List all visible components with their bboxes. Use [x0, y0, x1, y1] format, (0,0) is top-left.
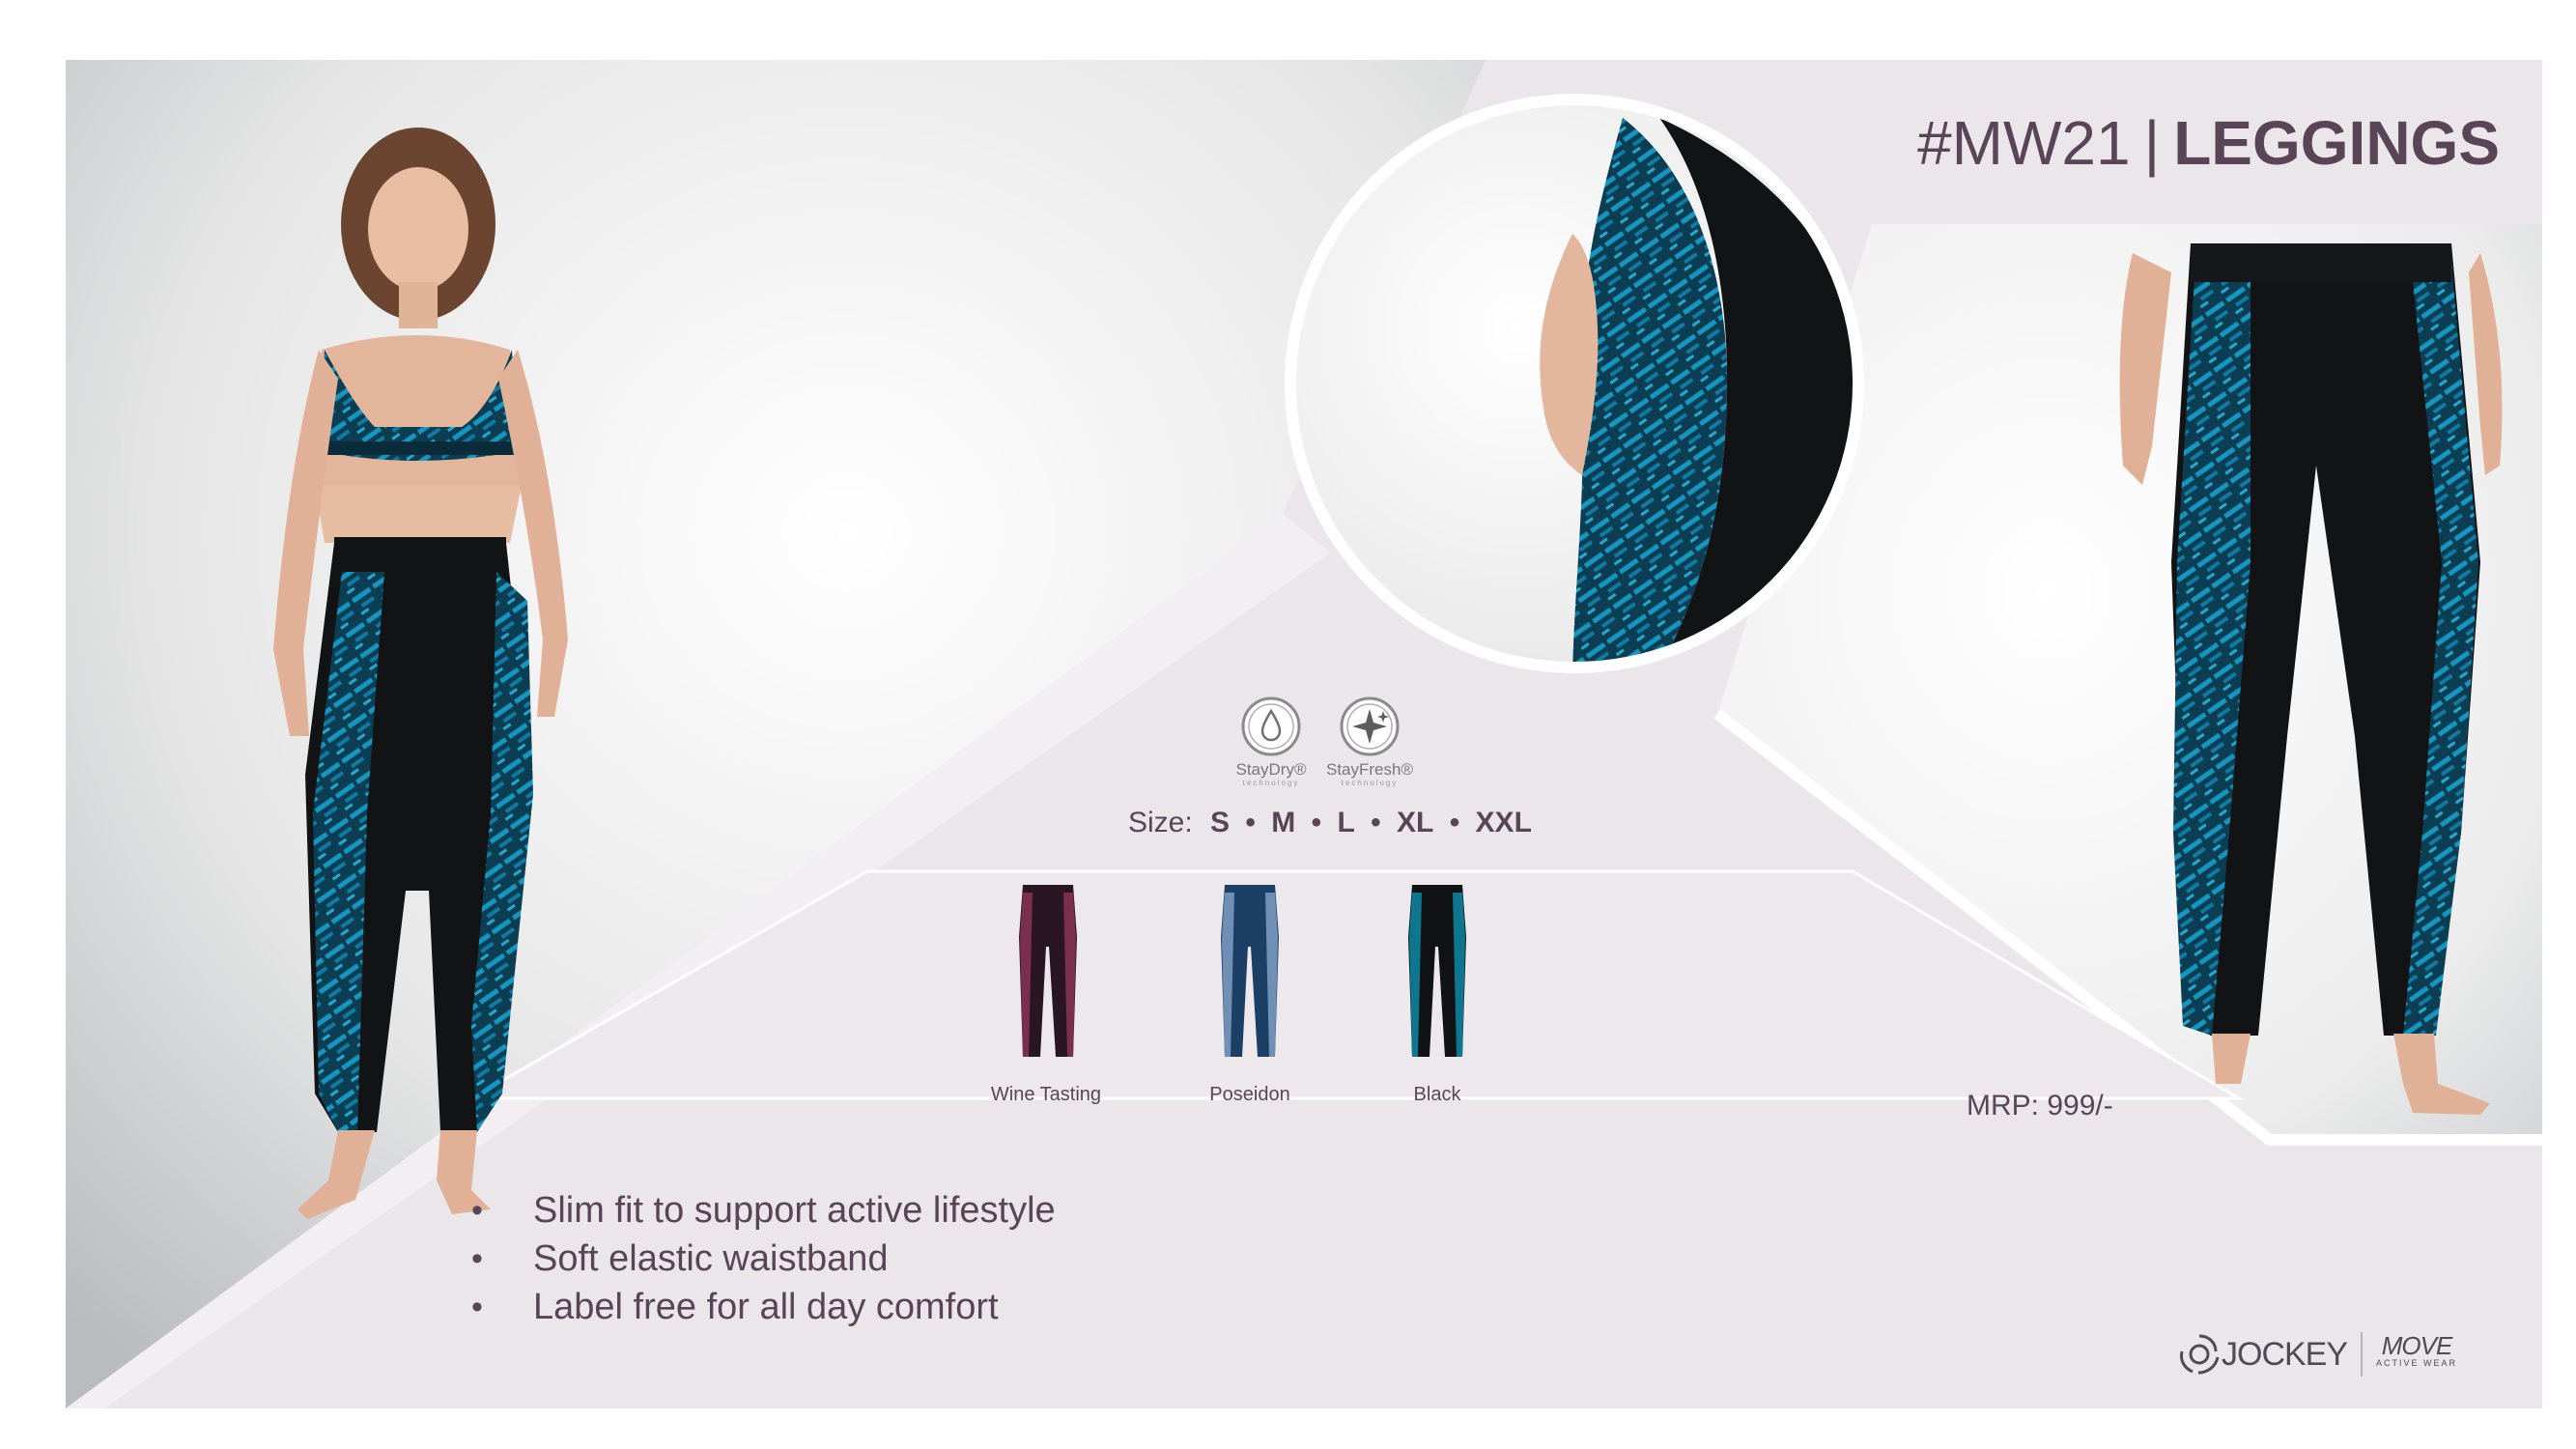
color-name-black: Black	[1413, 1084, 1461, 1105]
swatch-wine-tasting[interactable]	[1009, 879, 1087, 1067]
size-option-l[interactable]: L	[1337, 807, 1354, 838]
product-name: LEGGINGS	[2173, 108, 2500, 178]
leggings-thumbnail	[1221, 885, 1279, 1057]
brand-logo: JOCKEY MOVE ACTIVE WEAR	[2177, 1325, 2457, 1383]
sparkle-icon	[1340, 696, 1400, 756]
size-option-m[interactable]: M	[1271, 807, 1295, 838]
product-title: #MW21 | LEGGINGS	[1882, 104, 2500, 182]
brand-divider	[2361, 1332, 2364, 1377]
size-option-s[interactable]: S	[1210, 807, 1230, 838]
jockey-swirl-icon	[2180, 1334, 2220, 1375]
size-label: Size:	[1128, 807, 1193, 838]
product-code: #MW21	[1917, 108, 2131, 178]
swatch-poseidon[interactable]	[1211, 879, 1288, 1067]
size-option-xl[interactable]: XL	[1397, 807, 1433, 838]
brand-name: JOCKEY	[2222, 1335, 2348, 1373]
leggings-thumbnail	[1019, 885, 1077, 1057]
sub-brand-tagline: ACTIVE WEAR	[2376, 1358, 2458, 1368]
product-slide: #MW21 | LEGGINGS StayDry® technology StayF…	[66, 60, 2542, 1408]
sub-brand-name: MOVE	[2381, 1331, 2453, 1360]
swatch-black[interactable]	[1399, 879, 1476, 1067]
tech-name: StayFresh®	[1326, 760, 1413, 779]
feature-item: Soft elastic waistband	[471, 1235, 1056, 1283]
tech-badge-stayfresh: StayFresh® technology	[1326, 696, 1413, 788]
leggings-thumbnail	[1408, 885, 1466, 1057]
price-mrp: MRP: 999/-	[1967, 1090, 2113, 1122]
feature-list: Slim fit to support active lifestyle Sof…	[471, 1186, 1056, 1331]
size-selector: Size: S • M • L • XL • XXL	[1128, 807, 1532, 838]
feature-item: Slim fit to support active lifestyle	[471, 1186, 1056, 1235]
color-name-poseidon: Poseidon	[1209, 1084, 1290, 1105]
feature-item: Label free for all day comfort	[471, 1283, 1056, 1331]
size-option-xxl[interactable]: XXL	[1476, 807, 1532, 838]
tech-name: StayDry®	[1235, 760, 1307, 779]
title-separator: |	[2143, 108, 2161, 178]
color-name-wine-tasting: Wine Tasting	[990, 1084, 1102, 1105]
tech-badge-staydry: StayDry® technology	[1228, 696, 1315, 788]
sub-brand: MOVE ACTIVE WEAR	[2376, 1331, 2458, 1372]
droplet-icon	[1241, 696, 1301, 756]
tech-subtitle: technology	[1242, 779, 1300, 787]
tech-subtitle: technology	[1341, 779, 1399, 787]
